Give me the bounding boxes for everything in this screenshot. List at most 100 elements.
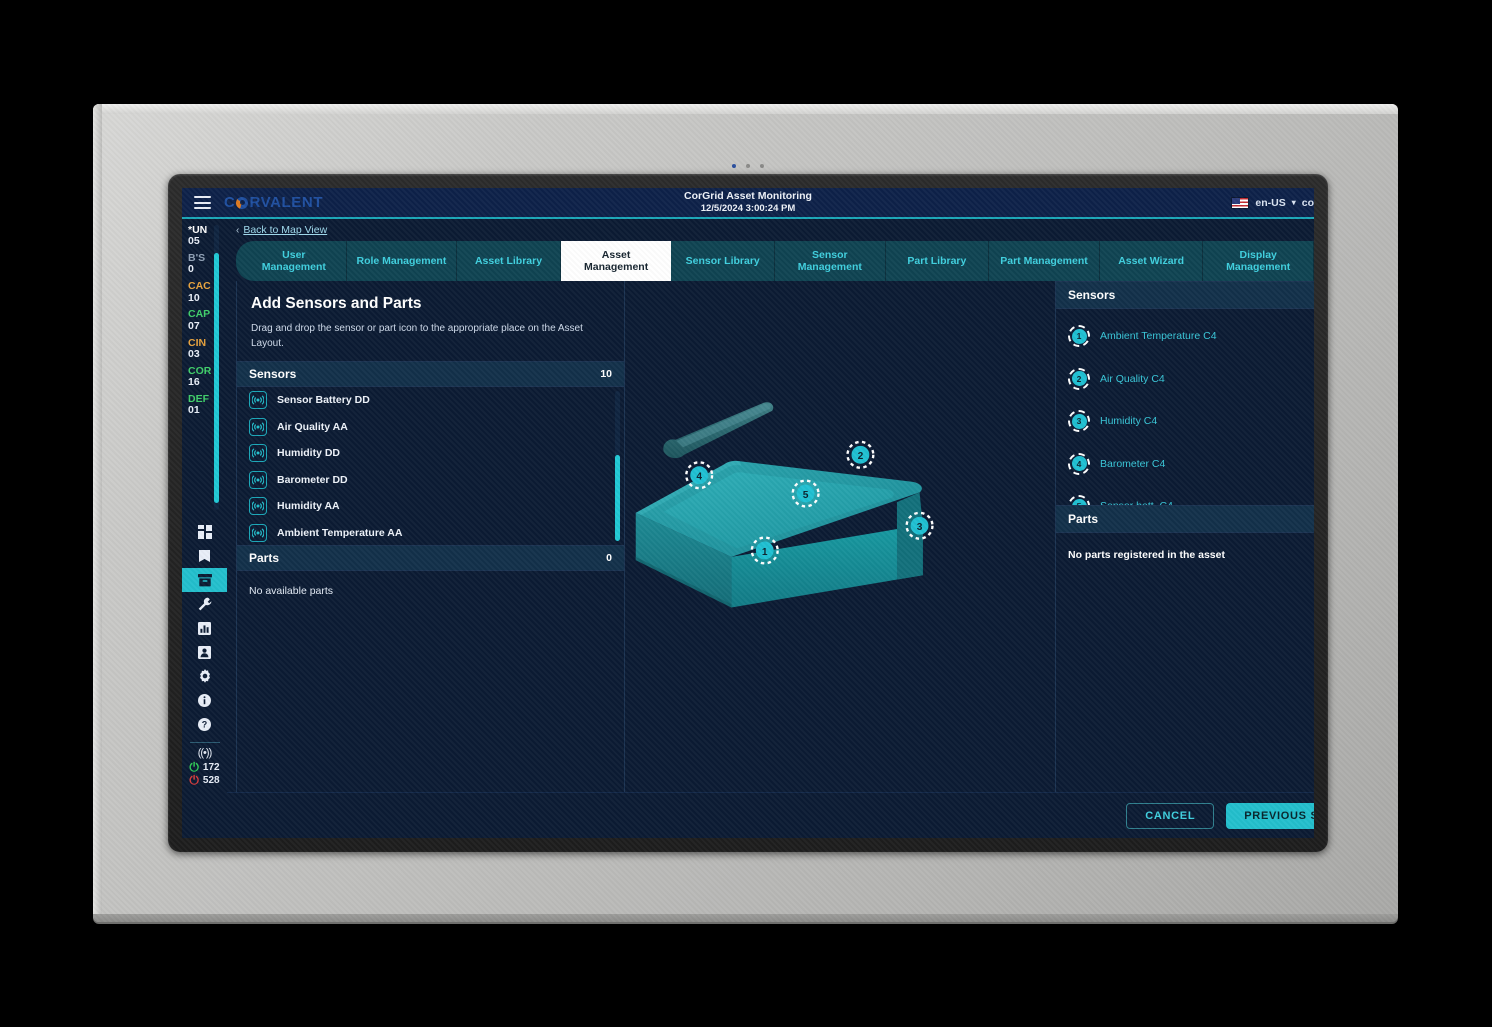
registered-sensor-name: Ambient Temperature C4 [1100, 330, 1217, 343]
rail-counter-value: 16 [188, 376, 200, 389]
rail-counter[interactable]: B'S 0 [182, 252, 227, 276]
logo-text-after: RVALENT [249, 194, 324, 211]
sensor-signal-icon [249, 497, 267, 516]
sensor-pin-number: 2 [1071, 371, 1087, 387]
bar-chart-icon[interactable] [182, 616, 227, 640]
tab-asset-library[interactable]: Asset Library [457, 241, 561, 281]
breadcrumb: ‹ Back to Map View [227, 219, 1314, 241]
sensor-pin-number: 5 [1071, 498, 1087, 505]
online-count: 172 [202, 761, 220, 773]
previous-step-button[interactable]: PREVIOUS STEP [1226, 802, 1314, 829]
back-to-map-view-link[interactable]: Back to Map View [243, 224, 327, 236]
sensor-name: Ambient Temperature AA [277, 526, 403, 539]
map-icon[interactable] [182, 544, 227, 568]
tab-sensor-management[interactable]: Sensor Management [775, 241, 886, 281]
help-icon[interactable]: ? [182, 712, 227, 736]
header-title-block: CorGrid Asset Monitoring 12/5/2024 3:00:… [182, 190, 1314, 215]
rail-icon-list: ? [182, 516, 227, 736]
sensor-signal-icon [249, 470, 267, 489]
registered-sensors-list: 1 Ambient Temperature C4 2 Air Quality C… [1056, 309, 1314, 505]
wrench-icon[interactable] [182, 592, 227, 616]
registered-sensors-label: Sensors [1068, 288, 1116, 302]
contact-card-icon[interactable] [182, 640, 227, 664]
pane-row: Add Sensors and Parts Drag and drop the … [227, 281, 1314, 792]
svg-text:4: 4 [696, 472, 702, 483]
pane-header: Add Sensors and Parts Drag and drop the … [237, 281, 624, 361]
list-item[interactable]: Barometer DD [237, 467, 624, 494]
info-icon[interactable] [182, 688, 227, 712]
tab-display-management[interactable]: Display Management [1203, 241, 1314, 281]
dashboard-grid-icon[interactable] [182, 520, 227, 544]
rail-counter[interactable]: CAC 10 [182, 280, 227, 304]
device-body [635, 460, 923, 608]
rail-counter[interactable]: *UN 05 [182, 224, 227, 248]
asset-layout-canvas[interactable]: 1 2 3 4 5 [625, 281, 1056, 792]
list-item[interactable]: Sensor Battery DD [237, 387, 624, 414]
sensor-pin-icon: 3 [1068, 410, 1090, 433]
available-sensors-label: Sensors [249, 367, 297, 381]
hamburger-icon[interactable] [194, 196, 211, 209]
bezel-top-highlight [93, 104, 1398, 114]
list-item[interactable]: Air Quality AA [237, 414, 624, 441]
available-sensors-header: Sensors 10 [237, 361, 624, 387]
rail-scrollbar[interactable] [214, 225, 219, 510]
registered-items-pane: Sensors 1 Ambient Temperature C4 2 Air Q… [1056, 281, 1314, 792]
list-item[interactable]: 2 Air Quality C4 [1056, 358, 1314, 401]
rail-counter[interactable]: COR 16 [182, 365, 227, 389]
sensors-scrollbar[interactable] [615, 391, 620, 541]
tab-user-management[interactable]: User Management [236, 241, 347, 281]
registered-parts-label: Parts [1068, 512, 1099, 526]
status-led-row [732, 164, 764, 168]
registered-sensor-name: Air Quality C4 [1100, 372, 1165, 385]
svg-text:?: ? [202, 719, 208, 729]
rail-counter-value: 01 [188, 404, 200, 417]
list-item[interactable]: 3 Humidity C4 [1056, 400, 1314, 443]
list-item[interactable]: 5 Sensor batt. C4 [1056, 485, 1314, 505]
rail-counter-code: CAC [188, 280, 211, 293]
gear-icon[interactable] [182, 664, 227, 688]
power-on-icon: ⏻ [189, 760, 199, 774]
online-count-row: ⏻ 172 [182, 761, 227, 773]
logo-o-mark-icon [236, 196, 249, 209]
tab-sensor-library[interactable]: Sensor Library [671, 241, 776, 281]
status-led-b [760, 164, 764, 168]
list-item[interactable]: Ambient Temperature AA [237, 520, 624, 546]
rail-counter-value: 05 [188, 235, 200, 248]
cancel-button[interactable]: CANCEL [1126, 802, 1215, 829]
list-item[interactable]: 4 Barometer C4 [1056, 443, 1314, 486]
user-menu-label[interactable]: co [1302, 197, 1314, 209]
locale-label[interactable]: en-US [1255, 197, 1285, 209]
page-title: CorGrid Asset Monitoring [684, 190, 812, 202]
tab-part-management[interactable]: Part Management [989, 241, 1100, 281]
rail-counter[interactable]: DEF 01 [182, 393, 227, 417]
signal-icon: ((•)) [197, 747, 213, 759]
sensor-pin-icon: 1 [1068, 325, 1090, 348]
rail-counter[interactable]: CAP 07 [182, 309, 227, 332]
gateway-device-svg: 1 2 3 4 5 [635, 402, 934, 608]
list-item[interactable]: 1 Ambient Temperature C4 [1056, 315, 1314, 358]
list-item[interactable]: Humidity AA [237, 493, 624, 520]
svg-text:2: 2 [858, 451, 864, 462]
no-registered-parts-message: No parts registered in the asset [1068, 549, 1225, 561]
sensor-name: Sensor Battery DD [277, 394, 370, 407]
rail-counter[interactable]: CIN 03 [182, 337, 227, 361]
sensor-name: Air Quality AA [277, 420, 348, 433]
tab-asset-management[interactable]: Asset Management [560, 241, 672, 281]
us-flag-icon [1231, 196, 1250, 209]
chevron-left-icon[interactable]: ‹ [236, 225, 239, 236]
no-available-parts-message: No available parts [249, 585, 334, 597]
industrial-panel-pc: C RVALENT CorGrid Asset Monitoring 12/5/2… [93, 104, 1398, 922]
app-header: C RVALENT CorGrid Asset Monitoring 12/5/2… [182, 188, 1314, 219]
sensors-scrollbar-thumb[interactable] [615, 455, 620, 541]
left-rail: *UN 05 B'S 0 CAC 10 CAP 07 CIN 03 COR 16… [182, 219, 227, 838]
asset-archive-icon[interactable] [182, 568, 227, 592]
list-item[interactable]: Humidity DD [237, 440, 624, 467]
rail-counter-list: *UN 05 B'S 0 CAC 10 CAP 07 CIN 03 COR 16… [182, 219, 227, 516]
rail-scrollbar-thumb[interactable] [214, 253, 219, 503]
chevron-down-icon[interactable]: ▾ [1292, 198, 1296, 207]
tab-part-library[interactable]: Part Library [885, 241, 990, 281]
offline-count-row: ⏻ 528 [182, 774, 227, 786]
tab-asset-wizard[interactable]: Asset Wizard [1099, 241, 1204, 281]
available-items-pane: Add Sensors and Parts Drag and drop the … [236, 281, 625, 792]
tab-role-management[interactable]: Role Management [346, 241, 458, 281]
